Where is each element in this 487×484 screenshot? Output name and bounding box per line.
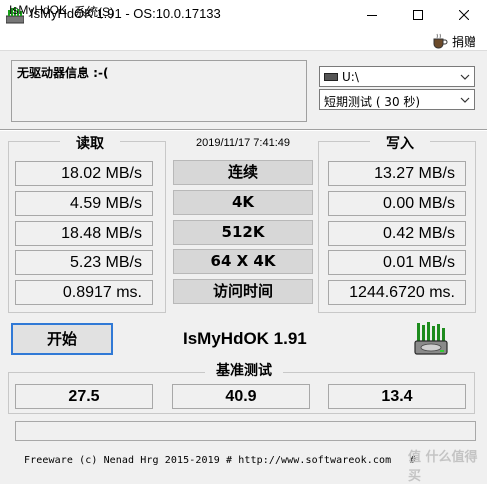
separator [0,129,487,131]
menu-system[interactable]: 系统(S) [74,3,114,20]
write-512k-value: 0.42 MB/s [328,221,466,246]
close-button[interactable] [441,0,487,30]
drive-info-text: 无驱动器信息 :-( [17,66,109,80]
4k-test-button[interactable]: 4K [173,190,313,215]
read-sequential-value: 18.02 MB/s [15,161,153,186]
app-name-label: IsMyHdOK 1.91 [183,329,307,348]
drive-select-value: U:\ [342,70,359,84]
benchmark-read-score: 27.5 [15,384,153,409]
read-access-time-value: 0.8917 ms. [15,280,153,305]
footer-text: Freeware (c) Nenad Hrg 2015-2019 # http:… [24,455,416,466]
read-4k-value: 4.59 MB/s [15,191,153,216]
hdd-logo-icon [414,322,448,356]
drive-icon [324,73,338,81]
test-datetime: 2019/11/17 7:41:49 [196,137,290,149]
sequential-test-button[interactable]: 连续 [173,160,313,185]
write-access-time-value: 1244.6720 ms. [328,280,466,305]
read-512k-value: 18.48 MB/s [15,221,153,246]
maximize-button[interactable] [395,0,441,30]
drive-info-panel: 无驱动器信息 :-( [11,60,307,122]
test-mode-select[interactable]: 短期测试 ( 30 秒) [319,89,475,110]
benchmark-write-score: 13.4 [328,384,466,409]
read-64x4k-value: 5.23 MB/s [15,250,153,275]
write-sequential-value: 13.27 MB/s [328,161,466,186]
menu-bar [0,30,487,51]
menu-ismyhdok[interactable]: IsMyHdOK [9,3,67,17]
test-mode-value: 短期测试 ( 30 秒) [324,95,421,109]
watermark: 值 什么值得买 [408,450,478,484]
chevron-down-icon[interactable] [457,92,472,107]
drive-select[interactable]: U:\ [319,66,475,87]
benchmark-title: 基准测试 [205,360,283,380]
512k-test-button[interactable]: 512K [173,220,313,245]
progress-bar [15,421,476,441]
donate-label: 捐赠 [452,34,477,49]
access-time-test-button[interactable]: 访问时间 [173,279,313,304]
maximize-icon [413,10,423,20]
coffee-icon [433,33,448,49]
write-title: 写入 [370,133,430,153]
chevron-down-icon[interactable] [457,69,472,84]
minimize-icon [367,15,377,16]
benchmark-total-score: 40.9 [172,384,310,409]
donate-menu[interactable]: 捐赠 [432,31,476,51]
64x4k-test-button[interactable]: 64 X 4K [173,249,313,274]
close-icon [459,10,469,20]
write-64x4k-value: 0.01 MB/s [328,250,466,275]
write-4k-value: 0.00 MB/s [328,191,466,216]
start-button[interactable]: 开始 [11,323,113,355]
read-title: 读取 [60,133,120,153]
minimize-button[interactable] [349,0,395,30]
